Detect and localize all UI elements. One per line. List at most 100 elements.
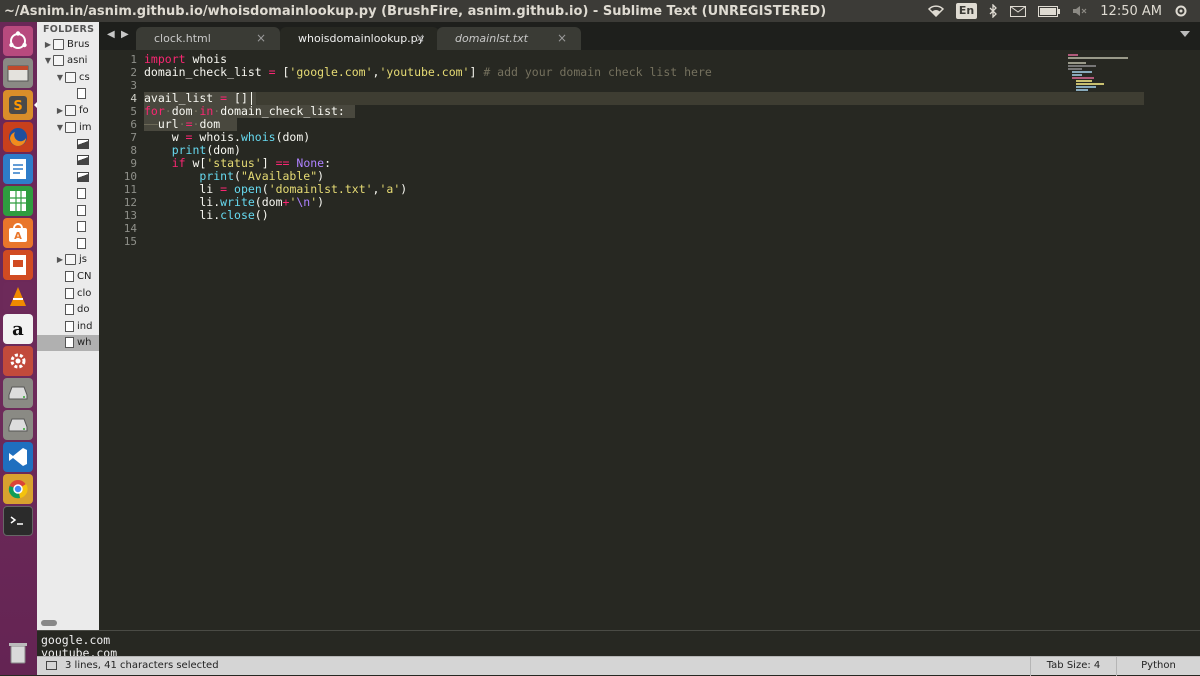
volume-muted-icon[interactable] <box>1072 0 1088 22</box>
folders-heading: FOLDERS <box>43 24 95 35</box>
tree-item-label: fo <box>79 104 89 116</box>
tree-item-label: wh <box>77 337 92 349</box>
disclosure-open-icon[interactable]: ▼ <box>55 73 65 82</box>
sidebar-tree-item[interactable] <box>37 169 99 185</box>
panel-toggle-icon[interactable] <box>46 661 57 670</box>
line-number: 2 <box>130 66 137 79</box>
tab-size-button[interactable]: Tab Size: 4 <box>1030 657 1116 676</box>
sidebar-tree-item[interactable]: ▼ im <box>37 119 99 135</box>
system-settings-icon[interactable] <box>3 346 33 376</box>
tab-domainlst-txt[interactable]: domainlst.txt × <box>437 27 581 50</box>
libreoffice-calc-icon[interactable] <box>3 186 33 216</box>
top-panel: ~/Asnim.in/asnim.github.io/whoisdomainlo… <box>0 0 1200 22</box>
disclosure-open-icon[interactable]: ▼ <box>55 123 65 132</box>
vscode-icon[interactable] <box>3 442 33 472</box>
software-center-icon[interactable]: A <box>3 218 33 248</box>
disclosure-closed-icon[interactable]: ▶ <box>55 255 65 264</box>
drive-icon[interactable] <box>3 378 33 408</box>
code-line: li.close() <box>144 208 269 222</box>
sidebar-tree-item[interactable] <box>37 202 99 218</box>
libreoffice-writer-icon[interactable] <box>3 154 33 184</box>
sidebar-tree-item[interactable] <box>37 235 99 251</box>
selection-status: 3 lines, 41 characters selected <box>65 660 219 671</box>
tab-whoisdomainlookup-py[interactable]: whoisdomainlookup.py × <box>280 27 439 50</box>
sidebar-tree-item[interactable]: ind <box>37 318 99 334</box>
tab-list-dropdown-icon[interactable] <box>1180 31 1190 37</box>
file-icon <box>77 204 86 216</box>
terminal-icon[interactable] <box>3 506 33 536</box>
tab-next-icon[interactable]: ▶ <box>121 29 129 40</box>
tab-size-label: Tab Size: 4 <box>1046 660 1101 671</box>
sidebar-tree-item[interactable]: do <box>37 302 99 318</box>
sidebar-tree-item[interactable]: ▼ asni <box>37 53 99 69</box>
output-line: youtube.com <box>41 646 118 657</box>
ubuntu-dash-icon[interactable] <box>3 26 33 56</box>
disclosure-closed-icon[interactable]: ▶ <box>43 40 53 49</box>
tab-close-icon[interactable]: × <box>557 31 567 45</box>
folder-icon <box>53 38 64 50</box>
battery-icon[interactable] <box>1038 0 1061 22</box>
sidebar-tree-item[interactable] <box>37 86 99 102</box>
libreoffice-impress-icon[interactable] <box>3 250 33 280</box>
sidebar-scrollbar[interactable] <box>37 618 99 630</box>
sidebar-tree-item[interactable] <box>37 152 99 168</box>
line-number: 12 <box>123 196 137 209</box>
file-icon <box>77 88 86 100</box>
tab-close-icon[interactable]: × <box>415 31 425 45</box>
sidebar-tree-item[interactable]: ▶ Brus <box>37 36 99 52</box>
line-number: 1 <box>130 53 137 66</box>
wifi-icon[interactable] <box>927 0 944 22</box>
clock-label[interactable]: 12:50 AM <box>1100 0 1162 22</box>
status-bar: 3 lines, 41 characters selected Tab Size… <box>37 656 1200 676</box>
sidebar-tree-item[interactable]: ▶ js <box>37 252 99 268</box>
sidebar-tree-item[interactable]: ▶ fo <box>37 102 99 118</box>
tree-item-label: clo <box>77 287 92 299</box>
power-gear-icon[interactable] <box>1174 0 1188 22</box>
vlc-icon[interactable] <box>3 282 33 312</box>
system-tray: En 12:50 AM <box>927 0 1200 22</box>
sidebar-tree-item[interactable]: wh <box>37 334 99 351</box>
tab-label: clock.html <box>154 32 211 45</box>
file-icon <box>65 337 74 349</box>
file-icon <box>77 187 86 199</box>
line-number: 4 <box>130 92 137 105</box>
keyboard-layout-indicator[interactable]: En <box>955 0 978 22</box>
sidebar-tree-item[interactable] <box>37 185 99 201</box>
scrollbar-thumb[interactable] <box>41 620 57 626</box>
line-number: 10 <box>123 170 137 183</box>
tab-label: whoisdomainlookup.py <box>298 32 425 45</box>
sublime-text-icon[interactable]: S <box>3 90 33 120</box>
disclosure-closed-icon[interactable]: ▶ <box>55 106 65 115</box>
file-icon <box>77 221 86 233</box>
tree-item-label: do <box>77 304 90 316</box>
sidebar-tree-item[interactable] <box>37 219 99 235</box>
code-editor[interactable]: 1 2 3 4 5 6 7 8 9 10 11 12 13 14 15 import whois domai… <box>99 50 1200 630</box>
syntax-button[interactable]: Python <box>1116 657 1200 676</box>
trash-icon[interactable] <box>3 638 33 668</box>
svg-text:A: A <box>14 231 22 242</box>
chrome-icon[interactable] <box>3 474 33 504</box>
sidebar-tree-item[interactable] <box>37 136 99 152</box>
unity-launcher: S A a <box>0 22 38 675</box>
minimap[interactable] <box>1068 54 1138 94</box>
window-title: ~/Asnim.in/asnim.github.io/whoisdomainlo… <box>4 3 827 19</box>
file-icon <box>65 270 74 282</box>
amazon-icon[interactable]: a <box>3 314 33 344</box>
drive-icon[interactable] <box>3 410 33 440</box>
line-number: 5 <box>130 105 137 118</box>
sidebar-tree-item[interactable]: clo <box>37 285 99 301</box>
firefox-icon[interactable] <box>3 122 33 152</box>
mail-icon[interactable] <box>1010 0 1027 22</box>
file-icon <box>65 304 74 316</box>
tab-close-icon[interactable]: × <box>256 31 266 45</box>
tab-clock-html[interactable]: clock.html × <box>136 27 280 50</box>
build-output-panel[interactable]: google.com youtube.com <box>37 630 1200 656</box>
bluetooth-icon[interactable] <box>989 0 998 22</box>
line-number: 8 <box>130 144 137 157</box>
file-icon <box>65 287 74 299</box>
tab-prev-icon[interactable]: ◀ <box>107 29 115 40</box>
sidebar-tree-item[interactable]: CN <box>37 268 99 284</box>
files-icon[interactable] <box>3 58 33 88</box>
sidebar-tree-item[interactable]: ▼ cs <box>37 69 99 85</box>
disclosure-open-icon[interactable]: ▼ <box>43 56 53 65</box>
